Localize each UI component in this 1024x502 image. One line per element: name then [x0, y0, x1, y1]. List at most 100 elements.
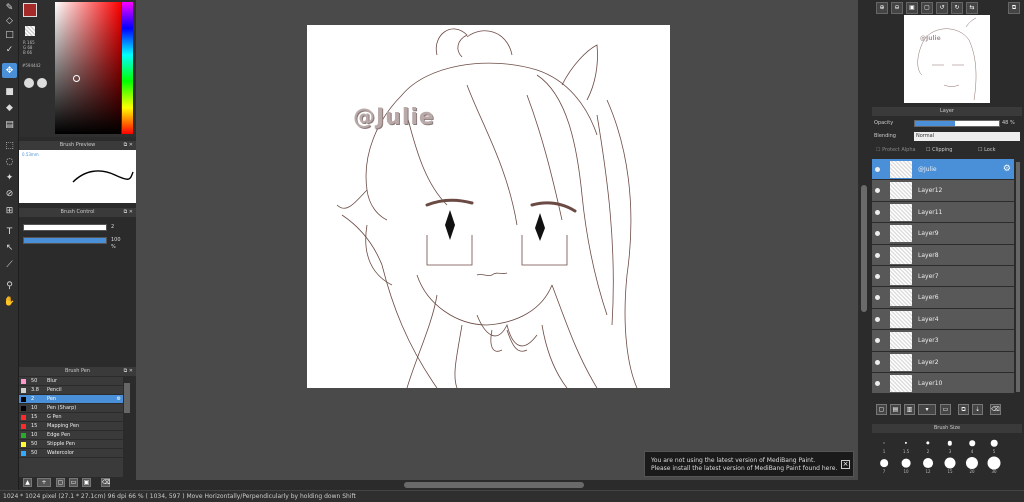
visibility-eye-icon[interactable] — [875, 316, 880, 322]
select-pen-icon[interactable]: ⊘ — [2, 186, 17, 201]
canvas-horizontal-scrollbar[interactable] — [136, 480, 858, 490]
gradient-tool-icon[interactable]: ▤ — [2, 117, 17, 132]
panel-expand-icon[interactable]: ⧉ — [1008, 2, 1020, 14]
delete-layer-icon[interactable]: ⌫ — [990, 404, 1001, 415]
brush-list-scrollbar[interactable] — [123, 377, 131, 477]
transparent-color-swatch[interactable] — [25, 26, 35, 36]
visibility-eye-icon[interactable] — [875, 338, 880, 344]
layer-row[interactable]: Layer3 — [872, 330, 1014, 352]
brush-list-scroll-thumb[interactable] — [124, 383, 130, 413]
canvas-workspace[interactable]: @Julie — [136, 0, 858, 490]
gear-icon[interactable]: ⚙ — [1003, 164, 1011, 174]
rotate-left-icon[interactable]: ↺ — [936, 2, 948, 14]
zoom-in-icon[interactable]: ⊕ — [876, 2, 888, 14]
eyedropper-tool-icon[interactable]: ⚲ — [2, 278, 17, 293]
layer-row[interactable]: Layer11 — [872, 201, 1014, 224]
layer-add-menu-icon[interactable]: ▾ — [918, 404, 936, 415]
rotate-right-icon[interactable]: ↻ — [951, 2, 963, 14]
new-layer-icon[interactable]: ▢ — [876, 404, 887, 415]
hue-slider[interactable] — [122, 2, 133, 134]
brush-size-option[interactable]: 1 — [874, 436, 894, 454]
layer-folder-icon[interactable]: ▭ — [940, 404, 951, 415]
bucket-tool-icon[interactable]: ◆ — [2, 100, 17, 115]
add-brush-icon[interactable]: + — [37, 478, 51, 487]
drawing-canvas[interactable]: @Julie — [307, 25, 670, 388]
color-picker-cursor[interactable] — [73, 75, 80, 82]
gear-icon[interactable]: ⚙ — [117, 395, 121, 404]
folder-icon[interactable]: ▭ — [69, 478, 78, 487]
foreground-color-swatch[interactable] — [23, 3, 37, 17]
panel-expand-icon[interactable]: ⧉ ✕ — [124, 208, 133, 217]
layer-row[interactable]: Layer7 — [872, 265, 1014, 288]
palette-icon[interactable] — [24, 78, 34, 88]
new-halftone-layer-icon[interactable]: ▤ — [890, 404, 901, 415]
brush-opacity-slider[interactable] — [23, 237, 107, 244]
fill-rect-tool-icon[interactable]: ■ — [2, 84, 17, 99]
magic-wand-icon[interactable]: ✦ — [2, 170, 17, 185]
brush-item[interactable]: 10 Edge Pen — [19, 431, 123, 440]
divide-tool-icon[interactable]: ⟋ — [2, 257, 17, 272]
brush-item[interactable]: 50 Blur — [19, 377, 123, 386]
brush-item[interactable]: 2 Pen ⚙ — [19, 395, 123, 404]
color-wheel-icon[interactable] — [37, 78, 47, 88]
brush-size-option[interactable]: 10 — [896, 456, 916, 474]
flip-icon[interactable]: ⇆ — [966, 2, 978, 14]
transform-icon[interactable]: ⊞ — [2, 203, 17, 218]
panel-expand-icon[interactable]: ⧉ ✕ — [124, 141, 133, 150]
text-tool-icon[interactable]: T — [2, 224, 17, 239]
select-rect-icon[interactable]: ⬚ — [2, 138, 17, 153]
rectangle-tool-icon[interactable]: □ — [2, 27, 17, 42]
fit-view-icon[interactable]: ▣ — [906, 2, 918, 14]
layer-row[interactable]: Layer9 — [872, 223, 1014, 245]
brush-item[interactable]: 50 Watercolor — [19, 449, 123, 458]
visibility-eye-icon[interactable] — [875, 273, 880, 279]
brush-item[interactable]: 15 Mapping Pen — [19, 422, 123, 431]
lasso-select-icon[interactable]: ◌ — [2, 154, 17, 169]
layer-blending-select[interactable]: Normal — [914, 132, 1020, 141]
layer-row[interactable]: Layer2 — [872, 351, 1014, 373]
brush-size-option[interactable]: 20 — [962, 456, 982, 474]
pen-tool-icon[interactable]: ✓ — [2, 42, 17, 57]
brush-size-option[interactable]: 30 — [984, 456, 1004, 474]
brush-item[interactable]: 10 Pen (Sharp) — [19, 404, 123, 413]
brush-size-option[interactable]: 1.5 — [896, 436, 916, 454]
brush-up-icon[interactable]: ▲ — [23, 478, 32, 487]
canvas-vertical-scroll-thumb[interactable] — [861, 185, 867, 312]
brush-size-option[interactable]: 7 — [874, 456, 894, 474]
saturation-value-picker[interactable] — [55, 2, 121, 134]
layer-list-scroll-thumb[interactable] — [1016, 162, 1020, 392]
brush-item[interactable]: 50 Stipple Pen — [19, 440, 123, 449]
visibility-eye-icon[interactable] — [875, 359, 880, 365]
zoom-out-icon[interactable]: ⊖ — [891, 2, 903, 14]
new-1bit-layer-icon[interactable]: ▥ — [904, 404, 915, 415]
brush-item[interactable]: 15 G Pen — [19, 413, 123, 422]
brush-item[interactable]: 3.8 Pencil — [19, 386, 123, 395]
lock-checkbox[interactable]: ☐ Lock — [978, 146, 995, 155]
layer-list-scrollbar[interactable] — [1014, 159, 1022, 395]
brush-size-option[interactable]: 5 — [984, 436, 1004, 454]
duplicate-layer-icon[interactable]: ⧉ — [958, 404, 969, 415]
operation-tool-icon[interactable]: ↖ — [2, 240, 17, 255]
canvas-vertical-scrollbar[interactable] — [858, 0, 870, 490]
clipping-checkbox[interactable]: ☐ Clipping — [926, 146, 952, 155]
layer-row[interactable]: Layer10 — [872, 372, 1014, 395]
visibility-eye-icon[interactable] — [875, 252, 880, 258]
layer-row[interactable]: Layer6 — [872, 287, 1014, 309]
visibility-eye-icon[interactable] — [875, 209, 880, 215]
layer-opacity-slider[interactable] — [914, 120, 1000, 127]
visibility-eye-icon[interactable] — [875, 295, 880, 301]
brush-size-option[interactable]: 15 — [940, 456, 960, 474]
panel-expand-icon[interactable]: ⧉ ✕ — [124, 367, 133, 376]
brush-size-option[interactable]: 4 — [962, 436, 982, 454]
brush-size-option[interactable]: 3 — [940, 436, 960, 454]
visibility-eye-icon[interactable] — [875, 380, 880, 386]
close-icon[interactable]: × — [841, 460, 850, 469]
layer-row[interactable]: Layer4 — [872, 308, 1014, 331]
layer-row[interactable]: Layer8 — [872, 244, 1014, 266]
update-notification[interactable]: You are not using the latest version of … — [644, 451, 854, 477]
navigator-preview[interactable]: @Julie — [904, 15, 990, 103]
layer-row[interactable]: @Julie ⚙ — [872, 159, 1014, 181]
brush-size-option[interactable]: 2 — [918, 436, 938, 454]
layer-row[interactable]: Layer12 — [872, 180, 1014, 202]
hand-tool-icon[interactable]: ✋ — [2, 294, 17, 309]
